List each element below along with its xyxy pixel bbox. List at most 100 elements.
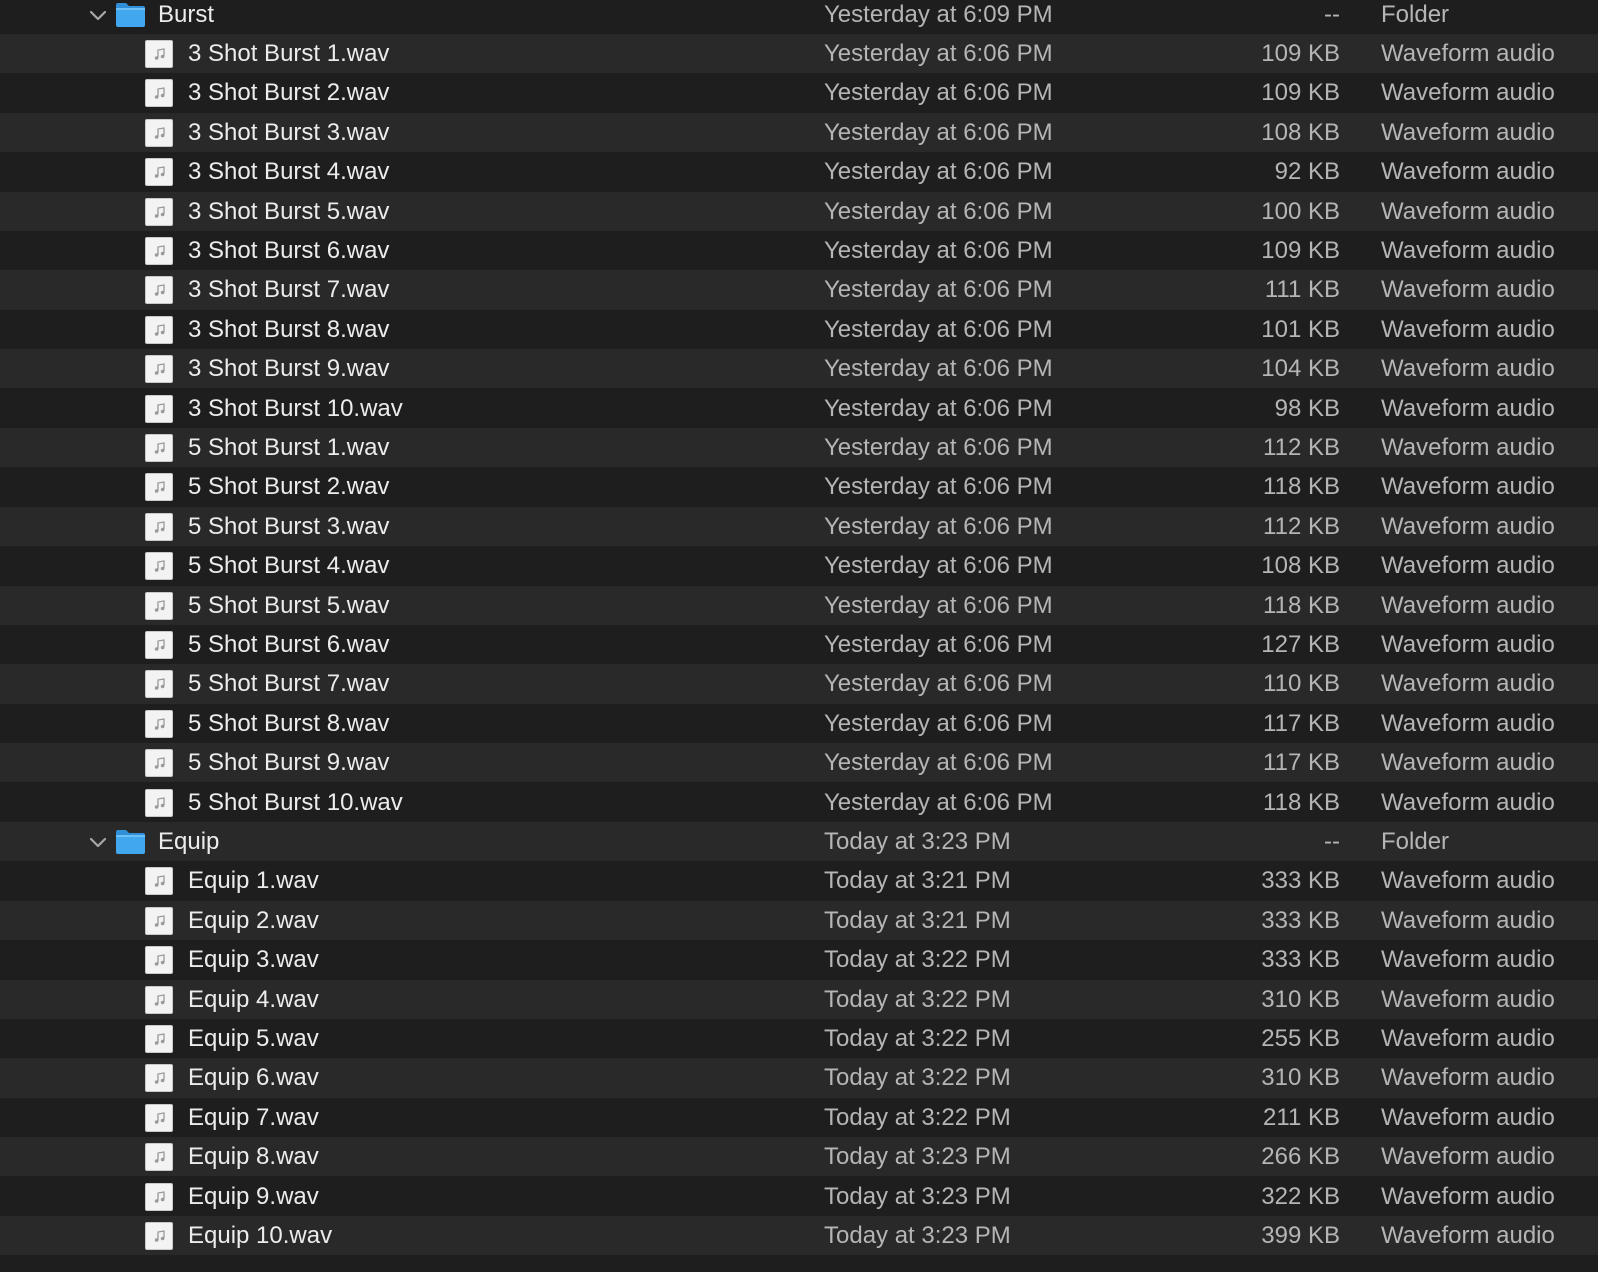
file-kind: Waveform audio: [1381, 118, 1555, 146]
file-row[interactable]: 3 Shot Burst 5.wav Yesterday at 6:06 PM 10…: [0, 191, 1598, 231]
file-row[interactable]: 5 Shot Burst 8.wav Yesterday at 6:06 PM 11…: [0, 703, 1598, 744]
folder-row[interactable]: Equip Today at 3:23 PM -- Folder: [0, 821, 1598, 862]
file-kind: Waveform audio: [1381, 79, 1555, 107]
file-name: 5 Shot Burst 10.wav: [188, 788, 403, 816]
file-kind: Waveform audio: [1381, 473, 1555, 501]
file-row[interactable]: Equip 3.wav Today at 3:22 PM 333 KB Wavefor…: [0, 940, 1598, 980]
file-size: 118 KB: [1263, 788, 1340, 816]
date-modified: Yesterday at 6:06 PM: [824, 355, 1053, 383]
file-row[interactable]: 3 Shot Burst 2.wav Yesterday at 6:06 PM 10…: [0, 73, 1598, 113]
file-row[interactable]: Equip 1.wav Today at 3:21 PM 333 KB Wavefor…: [0, 861, 1598, 901]
file-size: 108 KB: [1261, 552, 1340, 580]
file-name: 5 Shot Burst 3.wav: [188, 512, 390, 540]
file-row[interactable]: Equip 4.wav Today at 3:22 PM 310 KB Wavefor…: [0, 979, 1598, 1019]
audio-file-icon: [145, 315, 173, 344]
finder-list-view[interactable]: Burst Yesterday at 6:09 PM -- Folder 3 Shot …: [0, 0, 1598, 1272]
file-name: 3 Shot Burst 7.wav: [188, 276, 390, 304]
folder-row[interactable]: Burst Yesterday at 6:09 PM -- Folder: [0, 0, 1598, 34]
file-row[interactable]: Equip 8.wav Today at 3:23 PM 266 KB Wavefor…: [0, 1137, 1598, 1177]
file-row[interactable]: 5 Shot Burst 3.wav Yesterday at 6:06 PM 11…: [0, 506, 1598, 547]
file-name: Equip 2.wav: [188, 906, 319, 934]
date-modified: Yesterday at 6:06 PM: [824, 118, 1053, 146]
file-size: 310 KB: [1261, 985, 1340, 1013]
audio-file-icon: [145, 236, 173, 265]
audio-file-icon: [145, 158, 173, 187]
file-row[interactable]: 3 Shot Burst 8.wav Yesterday at 6:06 PM 10…: [0, 309, 1598, 350]
file-kind: Waveform audio: [1381, 670, 1555, 698]
file-kind: Waveform audio: [1381, 355, 1555, 383]
date-modified: Today at 3:22 PM: [824, 1024, 1011, 1052]
file-size: 112 KB: [1263, 433, 1340, 461]
audio-file-icon: [145, 749, 173, 778]
file-row[interactable]: 5 Shot Burst 1.wav Yesterday at 6:06 PM 11…: [0, 427, 1598, 468]
file-row[interactable]: 3 Shot Burst 9.wav Yesterday at 6:06 PM 10…: [0, 349, 1598, 389]
file-kind: Waveform audio: [1381, 394, 1555, 422]
file-name: 3 Shot Burst 4.wav: [188, 158, 390, 186]
file-kind: Waveform audio: [1381, 197, 1555, 225]
file-kind: Waveform audio: [1381, 315, 1555, 343]
file-row[interactable]: 5 Shot Burst 6.wav Yesterday at 6:06 PM 12…: [0, 624, 1598, 665]
file-name: 3 Shot Burst 10.wav: [188, 394, 403, 422]
file-row[interactable]: Equip 5.wav Today at 3:22 PM 255 KB Wavefor…: [0, 1018, 1598, 1059]
file-name: 3 Shot Burst 5.wav: [188, 197, 390, 225]
date-modified: Yesterday at 6:06 PM: [824, 39, 1053, 67]
file-row[interactable]: 3 Shot Burst 1.wav Yesterday at 6:06 PM 10…: [0, 33, 1598, 74]
file-name: Equip 5.wav: [188, 1024, 319, 1052]
file-name: 3 Shot Burst 2.wav: [188, 79, 390, 107]
file-row[interactable]: 5 Shot Burst 4.wav Yesterday at 6:06 PM 10…: [0, 546, 1598, 586]
file-kind: Waveform audio: [1381, 749, 1555, 777]
file-row[interactable]: 3 Shot Burst 4.wav Yesterday at 6:06 PM 92…: [0, 152, 1598, 192]
file-row[interactable]: 3 Shot Burst 7.wav Yesterday at 6:06 PM 11…: [0, 270, 1598, 310]
file-row[interactable]: 3 Shot Burst 10.wav Yesterday at 6:06 PM 9…: [0, 388, 1598, 428]
file-row[interactable]: Equip 2.wav Today at 3:21 PM 333 KB Wavefor…: [0, 900, 1598, 941]
audio-file-icon: [145, 355, 173, 384]
file-size: 117 KB: [1263, 749, 1340, 777]
file-size: 211 KB: [1263, 1103, 1340, 1131]
date-modified: Yesterday at 6:06 PM: [824, 788, 1053, 816]
audio-file-icon: [145, 630, 173, 659]
chevron-down-icon[interactable]: [86, 3, 110, 27]
date-modified: Today at 3:22 PM: [824, 1103, 1011, 1131]
file-kind: Waveform audio: [1381, 1182, 1555, 1210]
file-name: 5 Shot Burst 1.wav: [188, 433, 390, 461]
file-size: 399 KB: [1261, 1221, 1340, 1249]
chevron-down-icon[interactable]: [86, 830, 110, 854]
file-kind: Waveform audio: [1381, 552, 1555, 580]
file-size: 108 KB: [1261, 118, 1340, 146]
file-size: 333 KB: [1261, 867, 1340, 895]
file-kind: Waveform audio: [1381, 985, 1555, 1013]
date-modified: Today at 3:22 PM: [824, 946, 1011, 974]
file-row[interactable]: 5 Shot Burst 2.wav Yesterday at 6:06 PM 11…: [0, 467, 1598, 507]
file-row[interactable]: 5 Shot Burst 9.wav Yesterday at 6:06 PM 11…: [0, 743, 1598, 783]
date-modified: Yesterday at 6:06 PM: [824, 236, 1053, 264]
file-size: 110 KB: [1263, 670, 1340, 698]
date-modified: Yesterday at 6:09 PM: [824, 0, 1053, 28]
audio-file-icon: [145, 433, 173, 462]
file-name: Equip 3.wav: [188, 946, 319, 974]
file-row[interactable]: Equip 9.wav Today at 3:23 PM 322 KB Wavefor…: [0, 1176, 1598, 1216]
file-row[interactable]: Equip 7.wav Today at 3:22 PM 211 KB Wavefor…: [0, 1097, 1598, 1138]
folder-icon: [115, 0, 146, 28]
audio-file-icon: [145, 473, 173, 502]
file-size: 333 KB: [1261, 946, 1340, 974]
file-row[interactable]: 5 Shot Burst 10.wav Yesterday at 6:06 PM 1…: [0, 782, 1598, 822]
file-row[interactable]: 5 Shot Burst 7.wav Yesterday at 6:06 PM 11…: [0, 664, 1598, 704]
date-modified: Yesterday at 6:06 PM: [824, 158, 1053, 186]
file-row[interactable]: Equip 10.wav Today at 3:23 PM 399 KB Wavefo…: [0, 1215, 1598, 1256]
date-modified: Yesterday at 6:06 PM: [824, 276, 1053, 304]
file-size: 118 KB: [1263, 473, 1340, 501]
file-row[interactable]: 3 Shot Burst 6.wav Yesterday at 6:06 PM 10…: [0, 230, 1598, 271]
file-row[interactable]: Equip 6.wav Today at 3:22 PM 310 KB Wavefor…: [0, 1058, 1598, 1098]
file-size: 98 KB: [1274, 394, 1340, 422]
file-name: 5 Shot Burst 2.wav: [188, 473, 390, 501]
date-modified: Yesterday at 6:06 PM: [824, 433, 1053, 461]
file-kind: Waveform audio: [1381, 1024, 1555, 1052]
file-row[interactable]: 5 Shot Burst 5.wav Yesterday at 6:06 PM 11…: [0, 585, 1598, 625]
date-modified: Yesterday at 6:06 PM: [824, 552, 1053, 580]
audio-file-icon: [145, 79, 173, 108]
file-row[interactable]: 3 Shot Burst 3.wav Yesterday at 6:06 PM 10…: [0, 112, 1598, 153]
audio-file-icon: [145, 39, 173, 68]
file-kind: Waveform audio: [1381, 1103, 1555, 1131]
file-size: 109 KB: [1261, 39, 1340, 67]
file-kind: Waveform audio: [1381, 788, 1555, 816]
